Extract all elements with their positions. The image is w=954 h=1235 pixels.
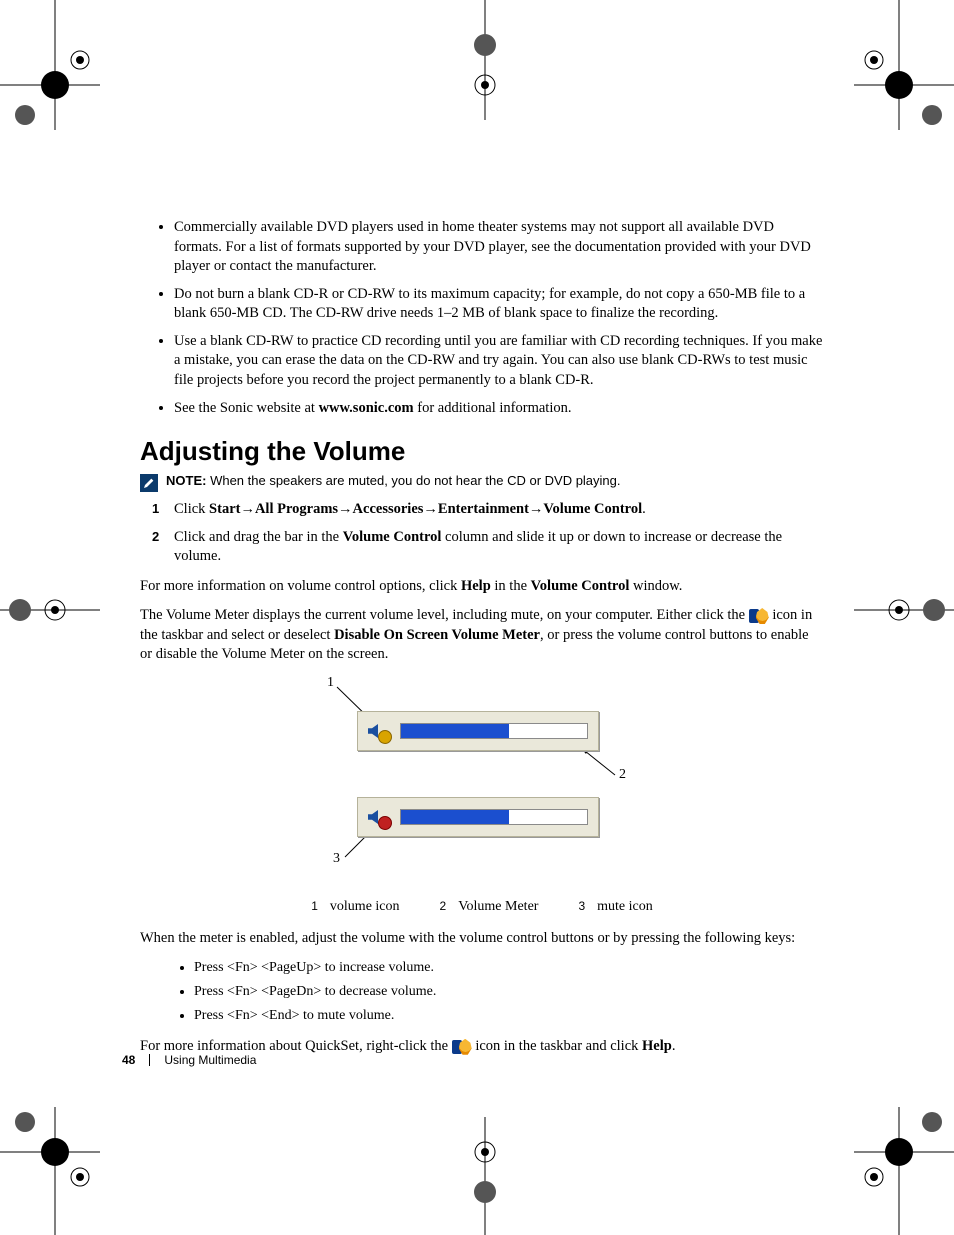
crop-mark-icon	[10, 1107, 100, 1197]
legend-num: 2	[440, 899, 447, 913]
step-item: Click and drag the bar in the Volume Con…	[174, 528, 824, 567]
note-pencil-icon	[140, 474, 158, 492]
intro-bullet-list: Commercially available DVD players used …	[140, 218, 824, 418]
list-item: Commercially available DVD players used …	[174, 218, 824, 277]
text: .	[642, 501, 646, 517]
text: icon in the taskbar and click	[472, 1038, 642, 1054]
step-item: Click Start→All Programs→Accessories→Ent…	[174, 500, 824, 520]
section-heading: Adjusting the Volume	[140, 436, 824, 467]
text-bold: Disable On Screen Volume Meter	[334, 627, 540, 643]
body-paragraph: When the meter is enabled, adjust the vo…	[140, 929, 824, 949]
volume-bar	[400, 809, 588, 825]
text: Click and drag the bar in the	[174, 529, 343, 545]
volume-meter-diagram: 1 2 3	[267, 675, 697, 885]
footer-separator	[149, 1054, 150, 1066]
volume-bar-fill	[401, 810, 509, 824]
callout-number: 2	[619, 767, 626, 783]
text: in the	[491, 578, 531, 594]
list-item: Press <Fn> <PageUp> to increase volume.	[194, 959, 824, 977]
callout-number: 1	[327, 675, 334, 691]
legend-item: 3 mute icon	[578, 899, 652, 915]
text-bold: Volume Control	[531, 578, 630, 594]
note-callout: NOTE: When the speakers are muted, you d…	[140, 473, 824, 492]
legend-text: Volume Meter	[458, 899, 538, 914]
menu-path: Start→All Programs→Accessories→Entertain…	[209, 501, 642, 517]
volume-bar	[400, 723, 588, 739]
crop-mark-icon	[440, 1107, 530, 1197]
text-bold: Help	[461, 578, 491, 594]
text: window.	[629, 578, 682, 594]
sonic-url: www.sonic.com	[319, 400, 414, 416]
body-paragraph: For more information on volume control o…	[140, 577, 824, 597]
key-combo-list: Press <Fn> <PageUp> to increase volume. …	[140, 959, 824, 1026]
volume-meter-muted	[357, 797, 599, 837]
callout-lines	[267, 675, 697, 885]
crop-mark-icon	[854, 1107, 944, 1197]
legend-text: mute icon	[597, 899, 653, 914]
page-footer: 48 Using Multimedia	[122, 1053, 256, 1067]
list-item: Press <Fn> <PageDn> to decrease volume.	[194, 983, 824, 1001]
list-item: Do not burn a blank CD-R or CD-RW to its…	[174, 285, 824, 324]
text: For more information on volume control o…	[140, 578, 461, 594]
quickset-icon	[749, 608, 769, 624]
legend-item: 1 volume icon	[311, 899, 399, 915]
volume-bar-fill	[401, 724, 509, 738]
list-item: Use a blank CD-RW to practice CD recordi…	[174, 332, 824, 391]
list-item: Press <Fn> <End> to mute volume.	[194, 1007, 824, 1025]
text-bold: Help	[642, 1038, 672, 1054]
legend-item: 2 Volume Meter	[440, 899, 539, 915]
steps-list: Click Start→All Programs→Accessories→Ent…	[140, 500, 824, 567]
text: See the Sonic website at	[174, 400, 319, 416]
mute-icon	[368, 806, 390, 828]
volume-icon	[368, 720, 390, 742]
legend-text: volume icon	[330, 899, 400, 914]
volume-meter-unmuted	[357, 711, 599, 751]
text: For more information about QuickSet, rig…	[140, 1038, 452, 1054]
legend-num: 1	[311, 899, 318, 913]
list-item: See the Sonic website at www.sonic.com f…	[174, 399, 824, 419]
note-label: NOTE:	[166, 473, 210, 488]
text: The Volume Meter displays the current vo…	[140, 607, 749, 623]
quickset-icon	[452, 1039, 472, 1055]
text: .	[672, 1038, 676, 1054]
legend-num: 3	[578, 899, 585, 913]
diagram-legend: 1 volume icon 2 Volume Meter 3 mute icon	[140, 899, 824, 915]
note-text: NOTE: When the speakers are muted, you d…	[166, 473, 621, 490]
text-bold: Volume Control	[343, 529, 442, 545]
note-body: When the speakers are muted, you do not …	[210, 473, 620, 488]
text: for additional information.	[414, 400, 572, 416]
footer-section: Using Multimedia	[164, 1053, 256, 1067]
page-number: 48	[122, 1053, 135, 1067]
text: Click	[174, 501, 209, 517]
callout-number: 3	[333, 851, 340, 867]
body-paragraph: The Volume Meter displays the current vo…	[140, 606, 824, 665]
